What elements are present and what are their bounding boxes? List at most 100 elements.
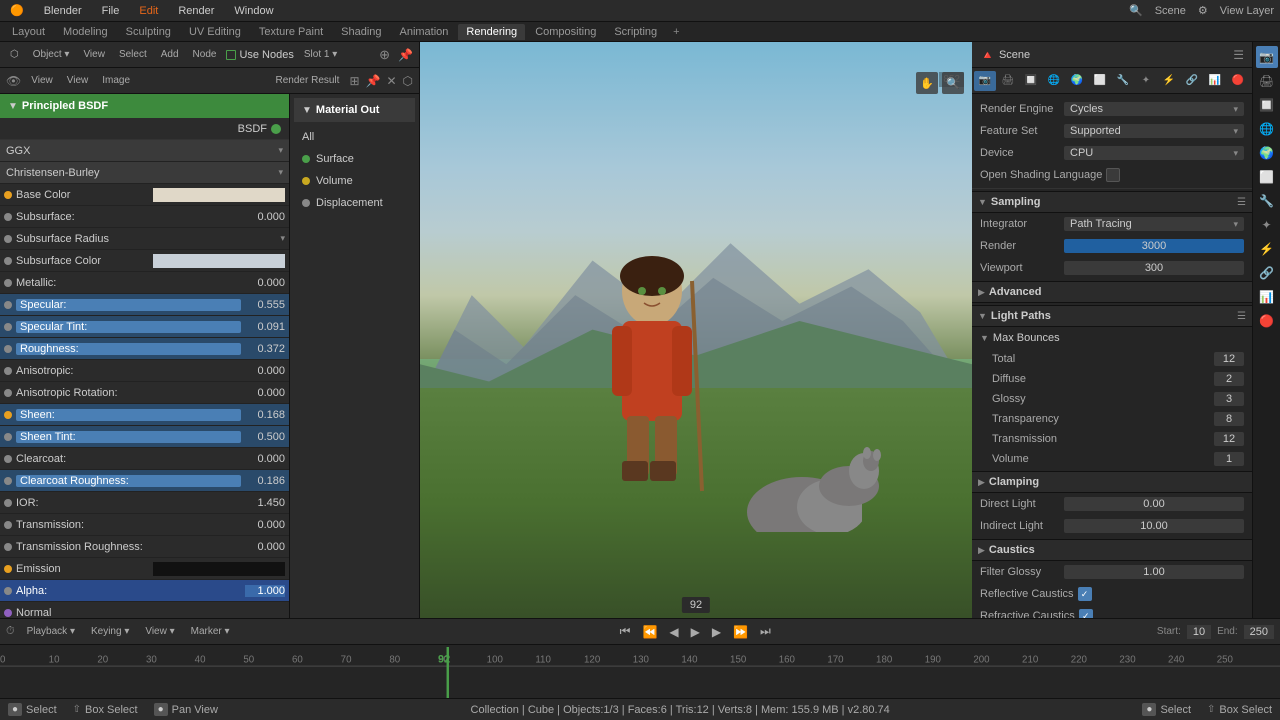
end-frame[interactable]: 250 xyxy=(1244,625,1274,639)
constraints2-icon-btn[interactable]: 🔗 xyxy=(1256,262,1278,284)
render-engine-value[interactable]: Cycles ▾ xyxy=(1064,102,1244,116)
distribution-dropdown[interactable]: GGX ▾ xyxy=(0,140,289,162)
clearcoat-value[interactable]: 0.000 xyxy=(245,453,285,465)
clearcoat-roughness-value[interactable]: 0.186 xyxy=(245,475,285,487)
emission-dot[interactable] xyxy=(4,565,12,573)
bsdf-header[interactable]: ▼ Principled BSDF xyxy=(0,94,289,118)
menu-edit[interactable]: File xyxy=(98,3,124,19)
output-icon-btn[interactable]: 🖨 xyxy=(1256,70,1278,92)
anisotropic-dot[interactable] xyxy=(4,367,12,375)
render-fullscreen[interactable]: ⬡ xyxy=(403,74,413,88)
tab-shading[interactable]: Shading xyxy=(333,24,389,40)
bsdf-output-connector[interactable] xyxy=(271,124,281,134)
scene-props-icon[interactable]: 🌐 xyxy=(1043,71,1065,91)
node-menu[interactable]: Node xyxy=(189,47,221,62)
render-pin[interactable]: 📌 xyxy=(366,74,381,88)
subsurface-dot[interactable] xyxy=(4,213,12,221)
mat-out-displacement[interactable]: Displacement xyxy=(294,192,415,214)
tab-texture-paint[interactable]: Texture Paint xyxy=(251,24,331,40)
menu-render[interactable]: Edit xyxy=(135,3,162,19)
indirect-light-value[interactable]: 10.00 xyxy=(1064,519,1244,533)
particles-icon[interactable]: ✦ xyxy=(1135,71,1157,91)
glossy-bounce-value[interactable]: 3 xyxy=(1214,392,1244,406)
render-icon-btn[interactable]: 📷 xyxy=(1256,46,1278,68)
direct-light-value[interactable]: 0.00 xyxy=(1064,497,1244,511)
mat-out-volume[interactable]: Volume xyxy=(294,170,415,192)
refractive-caustics-checkbox[interactable]: ✓ xyxy=(1079,609,1093,618)
ior-value[interactable]: 1.450 xyxy=(245,497,285,509)
render-options[interactable]: ⊞ xyxy=(349,74,359,88)
tab-rendering[interactable]: Rendering xyxy=(458,24,525,40)
mat-out-surface[interactable]: Surface xyxy=(294,148,415,170)
menu-file[interactable]: Blender xyxy=(40,3,86,19)
subsurface-radius-dot[interactable] xyxy=(4,235,12,243)
reflective-caustics-checkbox[interactable]: ✓ xyxy=(1078,587,1092,601)
marker-menu[interactable]: Marker ▾ xyxy=(187,624,234,639)
viewport[interactable]: 852 ✋ 🔍 92 xyxy=(420,42,972,618)
roughness-dot[interactable] xyxy=(4,345,12,353)
next-keyframe-btn[interactable]: ⏩ xyxy=(729,623,752,641)
sheen-dot[interactable] xyxy=(4,411,12,419)
sheen-tint-value[interactable]: 0.500 xyxy=(245,431,285,443)
light-paths-section[interactable]: ▼ Light Paths ☰ xyxy=(972,305,1252,327)
timeline-ruler[interactable]: 0 10 20 30 40 50 60 70 80 90 100 110 120… xyxy=(0,645,1280,698)
mat-out-all[interactable]: All xyxy=(294,126,415,148)
material2-icon-btn[interactable]: 🔴 xyxy=(1256,310,1278,332)
integrator-value[interactable]: Path Tracing ▾ xyxy=(1064,217,1244,231)
tab-animation[interactable]: Animation xyxy=(392,24,457,40)
hand-tool[interactable]: ✋ xyxy=(916,72,938,94)
menu-help[interactable]: Window xyxy=(230,3,277,19)
node-editor-icon[interactable]: ⬡ xyxy=(6,47,23,62)
keying-menu[interactable]: Keying ▾ xyxy=(87,624,133,639)
particles2-icon-btn[interactable]: ✦ xyxy=(1256,214,1278,236)
view-menu2[interactable]: View xyxy=(27,73,57,88)
specular-dot[interactable] xyxy=(4,301,12,309)
light-paths-menu[interactable]: ☰ xyxy=(1237,311,1246,322)
object-dropdown[interactable]: Object ▾ xyxy=(29,47,74,62)
max-bounces-header[interactable]: ▼ Max Bounces xyxy=(972,327,1252,349)
clearcoat-dot[interactable] xyxy=(4,455,12,463)
menu-blender[interactable]: 🟠 xyxy=(6,2,28,19)
use-nodes-checkbox[interactable] xyxy=(226,50,236,60)
alpha-value[interactable]: 1.000 xyxy=(245,585,285,597)
modifier2-icon-btn[interactable]: 🔧 xyxy=(1256,190,1278,212)
render-close[interactable]: ✕ xyxy=(386,74,396,88)
prev-keyframe-btn[interactable]: ⏪ xyxy=(638,623,661,641)
next-frame-btn[interactable]: ▶ xyxy=(708,623,725,641)
add-workspace-button[interactable]: + xyxy=(667,24,685,40)
transmission-bounce-value[interactable]: 12 xyxy=(1214,432,1244,446)
tab-modeling[interactable]: Modeling xyxy=(55,24,116,40)
advanced-section[interactable]: ▶ Advanced xyxy=(972,281,1252,303)
mat-out-header[interactable]: ▼ Material Out xyxy=(294,98,415,122)
pin-button[interactable]: 📌 xyxy=(398,48,413,62)
emission-swatch[interactable] xyxy=(153,562,286,576)
base-color-swatch[interactable] xyxy=(153,188,286,202)
subsurface-dropdown[interactable]: Christensen-Burley ▾ xyxy=(0,162,289,184)
slot-dropdown[interactable]: Slot 1 ▾ xyxy=(300,47,341,62)
clearcoat-roughness-dot[interactable] xyxy=(4,477,12,485)
scene2-icon-btn[interactable]: 🌐 xyxy=(1256,118,1278,140)
device-value[interactable]: CPU ▾ xyxy=(1064,146,1244,160)
data2-icon-btn[interactable]: 📊 xyxy=(1256,286,1278,308)
subsurface-color-swatch[interactable] xyxy=(153,254,286,268)
aniso-rotation-dot[interactable] xyxy=(4,389,12,397)
sheen-tint-dot[interactable] xyxy=(4,433,12,441)
render-props-icon[interactable]: 📷 xyxy=(974,71,996,91)
filter-glossy-value[interactable]: 1.00 xyxy=(1064,565,1244,579)
sampling-menu[interactable]: ☰ xyxy=(1237,197,1246,208)
aniso-rotation-value[interactable]: 0.000 xyxy=(245,387,285,399)
sampling-section[interactable]: ▼ Sampling ☰ xyxy=(972,191,1252,213)
view-btn2[interactable]: 👁 xyxy=(6,74,21,88)
world-props-icon[interactable]: 🌍 xyxy=(1066,71,1088,91)
output-props-icon[interactable]: 🖨 xyxy=(997,71,1019,91)
world-icon-btn[interactable]: 🌍 xyxy=(1256,142,1278,164)
view-menu-timeline[interactable]: View ▾ xyxy=(141,624,178,639)
object-props-icon[interactable]: ⬜ xyxy=(1089,71,1111,91)
tab-sculpting[interactable]: Sculpting xyxy=(118,24,179,40)
playback-menu[interactable]: Playback ▾ xyxy=(23,624,79,639)
sheen-value[interactable]: 0.168 xyxy=(245,409,285,421)
constraints-icon[interactable]: 🔗 xyxy=(1181,71,1203,91)
modifier-icon[interactable]: 🔧 xyxy=(1112,71,1134,91)
specular-value[interactable]: 0.555 xyxy=(245,299,285,311)
subsurface-value[interactable]: 0.000 xyxy=(245,211,285,223)
